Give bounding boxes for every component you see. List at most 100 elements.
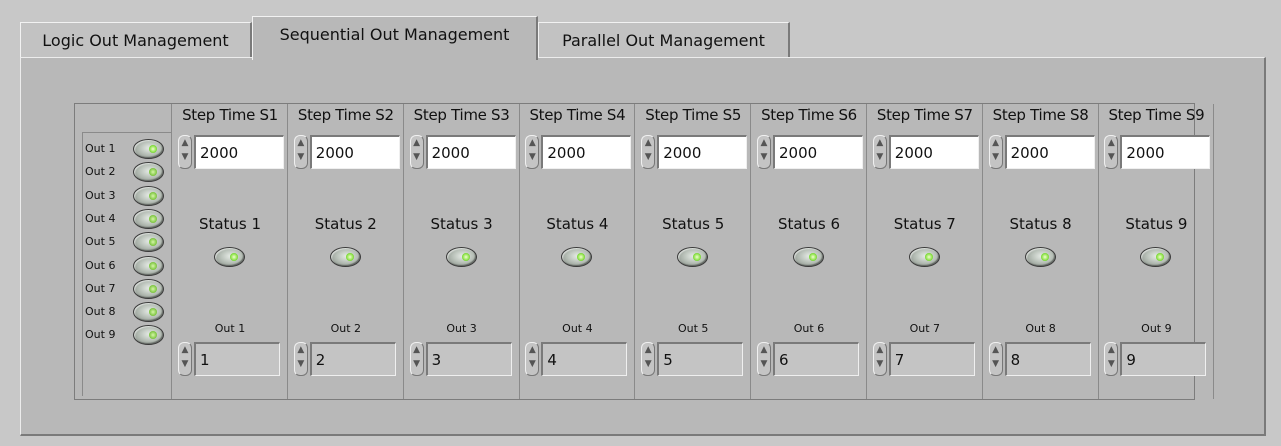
out-value-field[interactable]: 4 (541, 342, 628, 376)
step-time-input[interactable]: 2000 (888, 135, 979, 169)
out-value-field[interactable]: 5 (657, 342, 744, 376)
output-label: Out 4 (85, 211, 116, 225)
out-spinner[interactable]: ▲ ▼ (293, 342, 308, 376)
spin-up-icon[interactable]: ▲ (1105, 136, 1117, 150)
step-time-input[interactable]: 2000 (194, 135, 284, 169)
spin-up-icon[interactable]: ▲ (179, 136, 191, 150)
spin-down-icon[interactable]: ▼ (642, 150, 654, 164)
tab-parallel-out-management[interactable]: Parallel Out Management (538, 22, 790, 58)
out-value-field[interactable]: 2 (309, 342, 396, 376)
step-time-input[interactable]: 2000 (1004, 135, 1095, 169)
spin-down-icon[interactable]: ▼ (990, 150, 1002, 164)
step-time-input[interactable]: 2000 (657, 135, 748, 169)
output-led-icon (133, 255, 164, 276)
out-spinner[interactable]: ▲ ▼ (525, 342, 540, 376)
out-spinner[interactable]: ▲ ▼ (757, 342, 771, 376)
spin-down-icon[interactable]: ▼ (411, 150, 423, 164)
spin-up-icon[interactable]: ▲ (1105, 343, 1117, 357)
out-spinner[interactable]: ▲ ▼ (872, 342, 887, 376)
spin-down-icon[interactable]: ▼ (758, 357, 770, 371)
spin-up-icon[interactable]: ▲ (526, 343, 538, 357)
step-time-header: Step Time S3 (413, 106, 510, 124)
spin-up-icon[interactable]: ▲ (642, 343, 654, 357)
spin-down-icon[interactable]: ▼ (874, 357, 886, 371)
spin-up-icon[interactable]: ▲ (990, 343, 1002, 357)
out-spinner[interactable]: ▲ ▼ (409, 342, 424, 376)
out-label: Out 3 (446, 322, 477, 335)
step-time-spinner[interactable]: ▲ ▼ (641, 135, 656, 169)
step-time-input[interactable]: 2000 (425, 135, 516, 169)
spin-down-icon[interactable]: ▼ (295, 150, 307, 164)
spin-up-icon[interactable]: ▲ (295, 343, 307, 357)
step-time-input[interactable]: 2000 (541, 135, 632, 169)
step-time-spinner[interactable]: ▲ ▼ (757, 135, 771, 169)
out-value-field[interactable]: 9 (1120, 342, 1207, 376)
output-led-icon (133, 208, 164, 229)
status-label: Status 1 (198, 215, 262, 233)
step-column-2: Step Time S2 ▲ ▼ 2000 Status 2 Out 2 ▲ ▼ 2 (288, 104, 404, 399)
out-label: Out 8 (1025, 322, 1056, 335)
step-time-header: Step Time S7 (876, 106, 973, 124)
status-led-icon (908, 247, 940, 267)
output-row-8: Out 8 (85, 301, 115, 323)
output-label: Out 7 (85, 281, 116, 295)
spin-up-icon[interactable]: ▲ (411, 136, 423, 150)
out-spinner[interactable]: ▲ ▼ (1104, 342, 1119, 376)
out-spinner[interactable]: ▲ ▼ (641, 342, 656, 376)
spin-down-icon[interactable]: ▼ (411, 357, 423, 371)
spin-down-icon[interactable]: ▼ (179, 150, 191, 164)
out-value-field[interactable]: 7 (888, 342, 975, 376)
spin-down-icon[interactable]: ▼ (1105, 357, 1117, 371)
spin-down-icon[interactable]: ▼ (990, 357, 1002, 371)
output-label: Out 1 (85, 142, 116, 155)
out-spinner[interactable]: ▲ ▼ (988, 342, 1003, 376)
step-time-input[interactable]: 2000 (309, 135, 400, 169)
spin-down-icon[interactable]: ▼ (758, 150, 770, 164)
output-label: Out 8 (85, 305, 116, 319)
out-value-field[interactable]: 1 (194, 342, 280, 376)
tab-logic-out-management[interactable]: Logic Out Management (20, 22, 252, 58)
out-value-field[interactable]: 6 (773, 342, 859, 376)
out-spinner[interactable]: ▲ ▼ (178, 342, 192, 376)
step-time-spinner[interactable]: ▲ ▼ (178, 135, 192, 169)
output-indicator-column: Out 1 Out 2 Out 3 Out 4 Out 5 Out 6 Out 7 Out 8… (75, 104, 172, 399)
step-time-input[interactable]: 2000 (773, 135, 863, 169)
step-time-header: Step Time S1 (182, 106, 278, 124)
spin-down-icon[interactable]: ▼ (526, 150, 538, 164)
output-row-6: Out 6 (85, 255, 115, 277)
out-value-field[interactable]: 3 (425, 342, 512, 376)
spin-down-icon[interactable]: ▼ (179, 357, 191, 371)
spin-up-icon[interactable]: ▲ (990, 136, 1002, 150)
spin-up-icon[interactable]: ▲ (642, 136, 654, 150)
status-label: Status 5 (662, 215, 725, 233)
spin-down-icon[interactable]: ▼ (295, 357, 307, 371)
spin-up-icon[interactable]: ▲ (411, 343, 423, 357)
out-value-field[interactable]: 8 (1004, 342, 1091, 376)
step-column-1: Step Time S1 ▲ ▼ 2000 Status 1 Out 1 ▲ ▼ 1 (172, 104, 288, 399)
spin-up-icon[interactable]: ▲ (526, 136, 538, 150)
spin-up-icon[interactable]: ▲ (758, 136, 770, 150)
spin-down-icon[interactable]: ▼ (874, 150, 886, 164)
step-time-header: Step Time S6 (761, 106, 857, 124)
spin-up-icon[interactable]: ▲ (874, 136, 886, 150)
spin-up-icon[interactable]: ▲ (874, 343, 886, 357)
spin-up-icon[interactable]: ▲ (295, 136, 307, 150)
spin-up-icon[interactable]: ▲ (758, 343, 770, 357)
step-time-spinner[interactable]: ▲ ▼ (988, 135, 1003, 169)
output-row-2: Out 2 (85, 161, 115, 183)
step-time-spinner[interactable]: ▲ ▼ (293, 135, 308, 169)
step-column-7: Step Time S7 ▲ ▼ 2000 Status 7 Out 7 ▲ ▼ 7 (867, 104, 983, 399)
step-time-spinner[interactable]: ▲ ▼ (525, 135, 540, 169)
spin-down-icon[interactable]: ▼ (526, 357, 538, 371)
step-time-input[interactable]: 2000 (1120, 135, 1211, 169)
step-time-spinner[interactable]: ▲ ▼ (872, 135, 887, 169)
spin-down-icon[interactable]: ▼ (1105, 150, 1117, 164)
spin-up-icon[interactable]: ▲ (179, 343, 191, 357)
output-led-icon (133, 185, 164, 206)
status-led-icon (793, 247, 824, 267)
step-time-spinner[interactable]: ▲ ▼ (1104, 135, 1119, 169)
step-time-header: Step Time S2 (297, 106, 394, 124)
spin-down-icon[interactable]: ▼ (642, 357, 654, 371)
step-time-spinner[interactable]: ▲ ▼ (409, 135, 424, 169)
tab-sequential-out-management[interactable]: Sequential Out Management (252, 16, 538, 60)
